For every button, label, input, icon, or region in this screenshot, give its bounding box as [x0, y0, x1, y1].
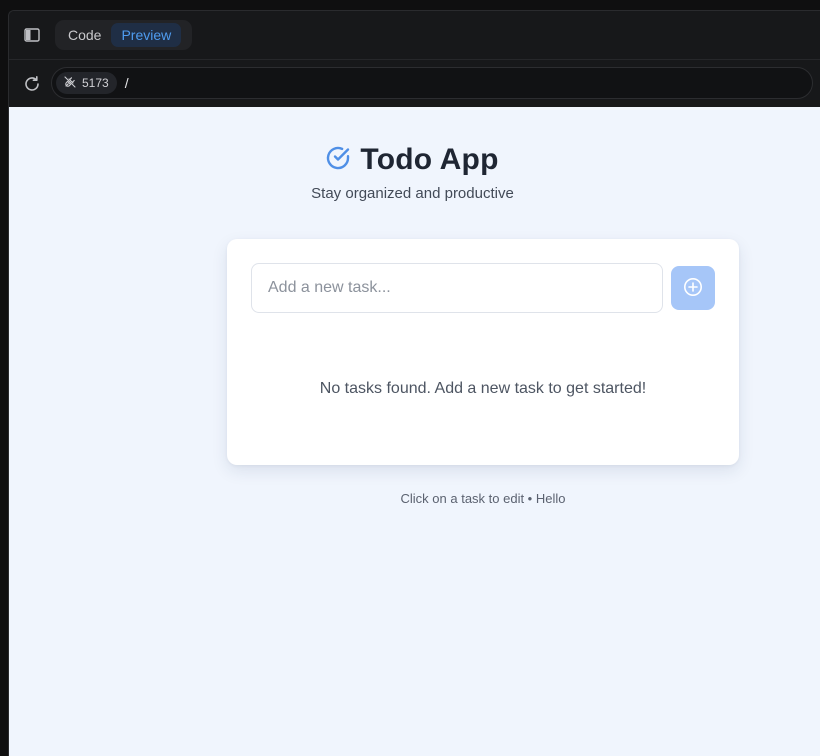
page-title: Todo App	[360, 143, 499, 176]
plug-icon	[64, 75, 76, 91]
tab-preview[interactable]: Preview	[111, 23, 182, 47]
sidebar-toggle-icon[interactable]	[23, 26, 41, 44]
todo-card: No tasks found. Add a new task to get st…	[227, 239, 739, 465]
tab-code[interactable]: Code	[58, 23, 111, 47]
port-badge[interactable]: 5173	[56, 72, 117, 94]
new-task-input[interactable]	[251, 263, 663, 313]
footer-hint: Click on a task to edit • Hello	[400, 491, 566, 506]
add-task-button[interactable]	[671, 266, 715, 310]
page-subtitle: Stay organized and productive	[311, 185, 514, 202]
reload-icon[interactable]	[22, 74, 42, 94]
address-bar-row: 5173 /	[9, 61, 820, 107]
url-path: /	[124, 75, 129, 91]
title-row: Todo App	[9, 143, 820, 177]
ide-window: Code Preview 5173 / Todo App Stay organi…	[8, 10, 820, 756]
plus-circle-icon	[683, 277, 703, 300]
view-switcher: Code Preview	[55, 20, 192, 50]
empty-state-message: No tasks found. Add a new task to get st…	[319, 380, 647, 397]
check-circle-icon	[324, 144, 352, 177]
top-toolbar: Code Preview	[9, 11, 820, 60]
url-bar[interactable]: 5173 /	[51, 67, 813, 99]
preview-viewport: Todo App Stay organized and productive N…	[9, 107, 820, 756]
port-number: 5173	[82, 76, 109, 90]
app-header: Todo App Stay organized and productive	[9, 143, 820, 202]
